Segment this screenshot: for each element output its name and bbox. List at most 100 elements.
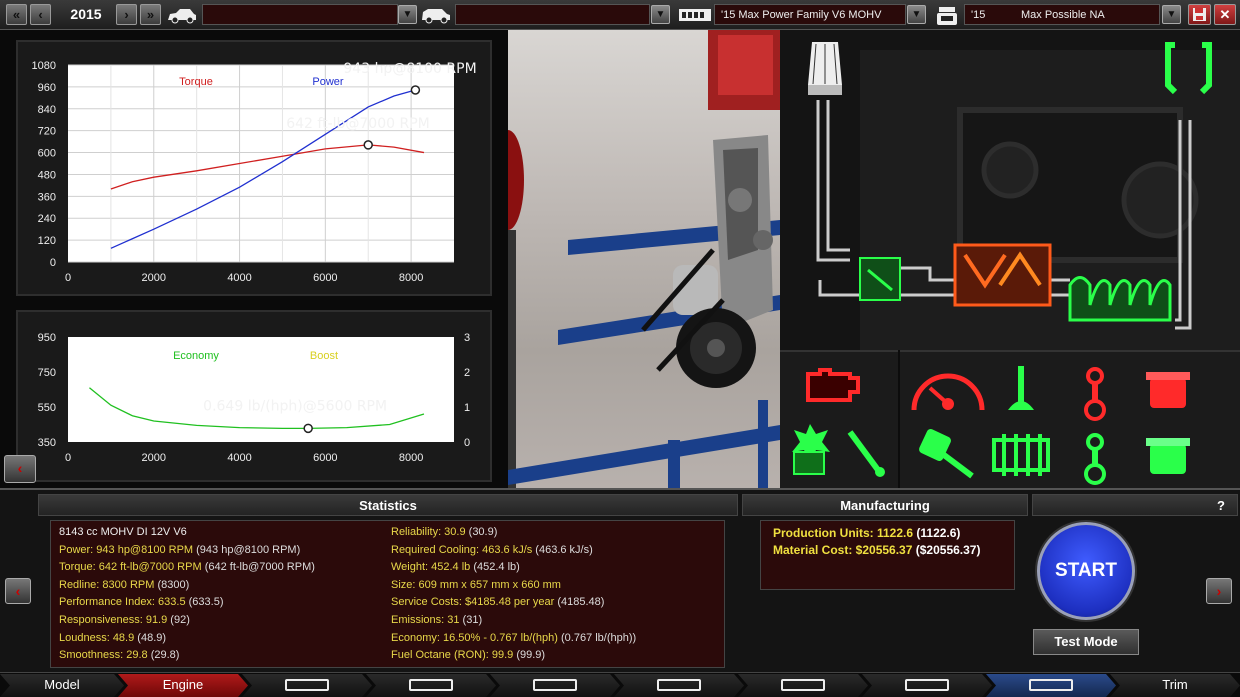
engine-variant-select[interactable]: '15 Max Possible NA bbox=[964, 4, 1160, 25]
tab-turbo-icon[interactable] bbox=[614, 674, 744, 697]
stat-previous-value: (48.9) bbox=[134, 631, 167, 644]
air-filter-icon[interactable] bbox=[808, 42, 842, 95]
stat-value: Required Cooling: 463.6 kJ/s bbox=[391, 543, 533, 556]
car-model-select[interactable] bbox=[202, 4, 398, 25]
redline-gauge-icon[interactable] bbox=[911, 373, 985, 411]
close-button[interactable]: ✕ bbox=[1214, 4, 1236, 25]
save-button[interactable] bbox=[1188, 4, 1211, 25]
stat-value: 8143 cc MOHV DI 12V V6 bbox=[59, 526, 187, 538]
stat-line: Weight: 452.4 lb (452.4 lb) bbox=[391, 561, 520, 573]
test-mode-button[interactable]: Test Mode bbox=[1033, 629, 1139, 655]
tab-model[interactable]: Model bbox=[0, 674, 124, 697]
start-button[interactable]: START bbox=[1037, 522, 1135, 620]
x-tick-label: 6000 bbox=[313, 272, 337, 284]
engine-variant-dropdown-button[interactable]: ▼ bbox=[1162, 5, 1181, 24]
y-tick-label: 720 bbox=[38, 126, 56, 138]
help-button[interactable]: ? bbox=[1032, 494, 1238, 516]
tab-dyno-icon[interactable] bbox=[986, 674, 1116, 697]
year-first-button[interactable]: « bbox=[6, 4, 27, 25]
stat-previous-value: (463.6 kJ/s) bbox=[532, 543, 593, 556]
y-tick-label-right: 0 bbox=[464, 437, 470, 449]
close-icon: ✕ bbox=[1219, 7, 1231, 22]
y-tick-label-left: 750 bbox=[38, 367, 56, 379]
stat-line: Responsiveness: 91.9 (92) bbox=[59, 614, 190, 626]
engine-family-dropdown-button[interactable]: ▼ bbox=[907, 5, 926, 24]
tab-valvetrain-icon[interactable] bbox=[490, 674, 620, 697]
top-bar: « ‹ 2015 › » ▼ ▼ '15 Max Power Family V6… bbox=[0, 0, 1240, 30]
year-last-button[interactable]: » bbox=[140, 4, 161, 25]
statistics-header: Statistics bbox=[38, 494, 738, 516]
intake-exhaust-schematic bbox=[780, 30, 1240, 350]
stat-value: Smoothness: 29.8 bbox=[59, 649, 148, 662]
statistics-panel: 8143 cc MOHV DI 12V V6 Power: 943 hp@8100… bbox=[50, 520, 725, 668]
dyno-icon bbox=[1029, 679, 1073, 691]
engine-3d-viewport[interactable] bbox=[508, 30, 780, 488]
year-prev-button[interactable]: ‹ bbox=[30, 4, 51, 25]
stat-previous-value: (8300) bbox=[154, 578, 190, 591]
connecting-rod-icon[interactable] bbox=[1084, 367, 1106, 421]
stat-previous-value: (30.9) bbox=[465, 526, 498, 538]
car-trim-dropdown-button[interactable]: ▼ bbox=[651, 5, 670, 24]
valve-icon[interactable] bbox=[1008, 366, 1034, 410]
charts-column: 0 120 240 360 480 600 720 840 960 1080 0 2000 4000 60… bbox=[0, 30, 508, 488]
spark-plug-icon[interactable] bbox=[847, 430, 885, 477]
y-tick-label: 960 bbox=[38, 82, 56, 94]
intake-manifold-icon[interactable] bbox=[953, 243, 1052, 307]
valvetrain-icon bbox=[533, 679, 577, 691]
stat-previous-value: (452.4 lb) bbox=[470, 561, 520, 574]
wrench-tools-icon[interactable] bbox=[918, 428, 974, 479]
engine-variant-name: Max Possible NA bbox=[1021, 9, 1105, 21]
stat-previous-value: (4185.48) bbox=[554, 596, 605, 609]
piston-icon[interactable] bbox=[1146, 372, 1190, 408]
throttle-body-icon[interactable] bbox=[859, 257, 901, 301]
legend-boost: Boost bbox=[310, 350, 338, 362]
tab-block-icon[interactable] bbox=[242, 674, 372, 697]
y-tick-label: 600 bbox=[38, 148, 56, 160]
legend-torque: Torque bbox=[179, 76, 213, 88]
year-next-button[interactable]: › bbox=[116, 4, 137, 25]
y-tick-label: 840 bbox=[38, 104, 56, 116]
next-page-button[interactable]: › bbox=[1206, 578, 1232, 604]
conrod-green-icon[interactable] bbox=[1084, 433, 1106, 485]
stat-value: Weight: 452.4 lb bbox=[391, 561, 471, 574]
stat-value: Size: 609 mm x 657 mm x 660 mm bbox=[391, 578, 561, 591]
y-tick-label-right: 3 bbox=[464, 332, 470, 344]
x-tick-label: 6000 bbox=[313, 452, 337, 464]
save-icon bbox=[1193, 8, 1206, 21]
x-tick-label: 2000 bbox=[142, 452, 166, 464]
x-tick-label: 4000 bbox=[227, 452, 251, 464]
y-tick-label: 0 bbox=[50, 257, 56, 269]
material-cost-stat: Material Cost: $20556.37 ($20556.37) bbox=[773, 543, 981, 557]
car-trim-select[interactable] bbox=[455, 4, 650, 25]
engine-render bbox=[508, 30, 780, 488]
previous-page-button[interactable]: ‹ bbox=[5, 578, 31, 604]
tab-fuel-icon[interactable] bbox=[738, 674, 868, 697]
car-model-dropdown-button[interactable]: ▼ bbox=[398, 5, 417, 24]
stat-line: 8143 cc MOHV DI 12V V6 bbox=[59, 526, 187, 538]
engine-variant-icon bbox=[937, 7, 957, 25]
y-tick-label: 480 bbox=[38, 169, 56, 181]
collapse-charts-button[interactable]: ‹ bbox=[4, 455, 36, 483]
stat-line: Service Costs: $4185.48 per year (4185.4… bbox=[391, 596, 604, 608]
stat-line: Redline: 8300 RPM (8300) bbox=[59, 579, 189, 591]
tab-trim[interactable]: Trim bbox=[1110, 674, 1240, 697]
engine-family-select[interactable]: '15 Max Power Family V6 MOHV bbox=[714, 4, 906, 25]
stat-line: Performance Index: 633.5 (633.5) bbox=[59, 596, 224, 608]
tab-exhaust-icon[interactable] bbox=[862, 674, 992, 697]
economy-boost-chart: 350 550 750 950 0 1 2 3 0 2000 4000 6000 8000 Economy… bbox=[38, 332, 470, 464]
tab-crank-icon[interactable] bbox=[366, 674, 496, 697]
annotation-label: 943 hp@8100 RPM bbox=[343, 61, 476, 77]
engine-family-icon bbox=[679, 9, 711, 21]
stat-line: Torque: 642 ft-lb@7000 RPM (642 ft-lb@70… bbox=[59, 561, 315, 573]
stat-previous-value: (31) bbox=[459, 614, 483, 626]
stat-line: Power: 943 hp@8100 RPM (943 hp@8100 RPM) bbox=[59, 544, 300, 556]
legend-power: Power bbox=[312, 76, 344, 88]
car-model-icon bbox=[168, 9, 196, 24]
annotation-label: 642 ft-lb@7000 RPM bbox=[286, 116, 430, 132]
intake-runners-icon[interactable] bbox=[992, 434, 1050, 476]
tab-engine[interactable]: Engine bbox=[118, 674, 248, 697]
piston-green-icon[interactable] bbox=[1146, 438, 1190, 474]
engine-warning-icon[interactable] bbox=[806, 368, 860, 402]
fuel-injector-burst-icon[interactable] bbox=[792, 424, 830, 475]
stat-previous-value: (943 hp@8100 RPM) bbox=[193, 543, 301, 556]
